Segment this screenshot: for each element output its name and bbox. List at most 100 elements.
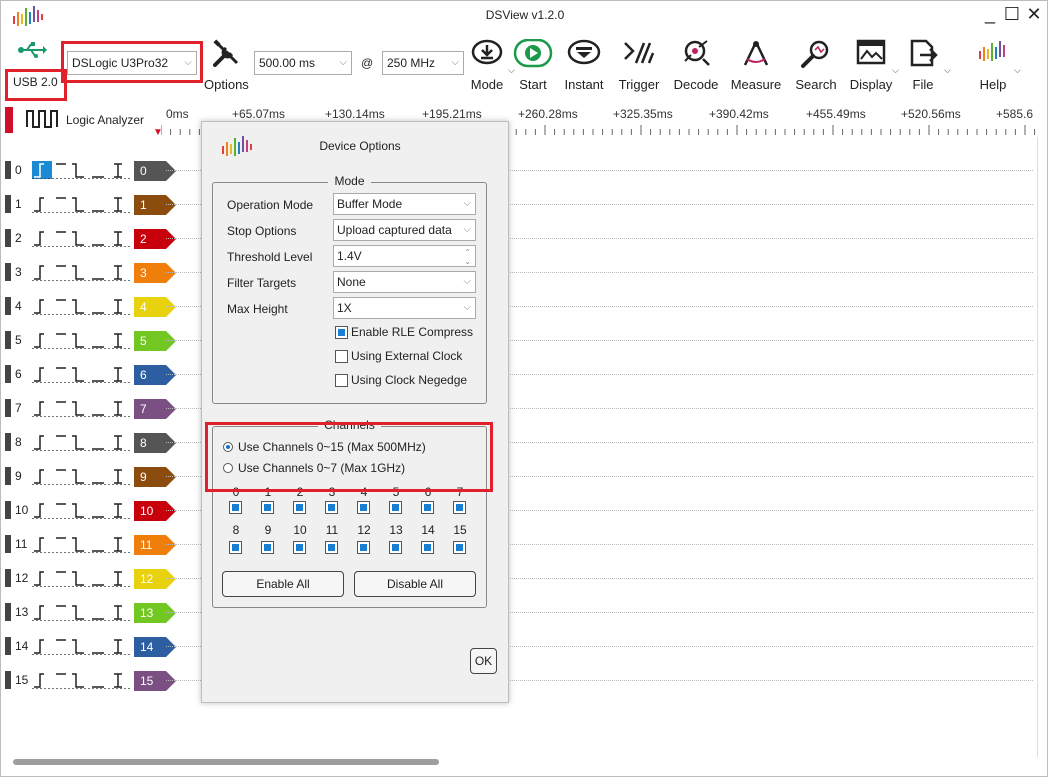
max-height-select[interactable]: 1X ⌵ [333,297,476,319]
channel-row[interactable]: 12 12 [1,561,1041,595]
trigger-options-icon[interactable] [32,671,132,689]
operation-mode-select[interactable]: Buffer Mode ⌵ [333,193,476,215]
channel-handle[interactable] [5,399,11,417]
enable-all-button[interactable]: Enable All [222,571,344,597]
spinner-arrows-icon[interactable]: ⌃ ⌄ [464,248,471,266]
filter-targets-select[interactable]: None ⌵ [333,271,476,293]
channel-enable-checkbox[interactable] [325,501,338,514]
start-button[interactable]: Start [505,39,561,99]
channel-row[interactable]: 55 [1,323,1041,357]
horizontal-scrollbar[interactable] [13,759,439,765]
channel-enable-checkbox[interactable] [389,501,402,514]
channel-handle[interactable] [5,331,11,349]
threshold-level-spinbox[interactable]: 1.4V ⌃ ⌄ [333,245,476,267]
stop-options-select[interactable]: Upload captured data ⌵ [333,219,476,241]
channel-row[interactable]: 11 [1,187,1041,221]
channel-row[interactable]: 13 13 [1,595,1041,629]
channel-handle[interactable] [5,671,11,689]
trigger-options-icon[interactable] [32,637,132,655]
ok-button[interactable]: OK [470,648,497,674]
channel-tag[interactable]: 4 [134,297,176,317]
channel-tag[interactable]: 9 [134,467,176,487]
minimize-button[interactable]: _ [979,3,1001,25]
channel-handle[interactable] [5,603,11,621]
channel-tag[interactable]: 11 [134,535,176,555]
channel-handle[interactable] [5,297,11,315]
channel-enable-checkbox[interactable] [261,541,274,554]
channel-row[interactable]: 66 [1,357,1041,391]
channel-handle[interactable] [5,365,11,383]
channel-tag[interactable]: 6 [134,365,176,385]
channel-row[interactable]: 00 [1,153,1041,187]
channel-tag[interactable]: 3 [134,263,176,283]
trigger-options-icon[interactable] [32,467,132,485]
channel-enable-checkbox[interactable] [293,501,306,514]
device-select[interactable]: DSLogic U3Pro32 ⌵ [67,51,197,75]
trigger-options-icon[interactable] [32,161,132,179]
channel-enable-checkbox[interactable] [357,501,370,514]
channel-handle[interactable] [5,433,11,451]
channel-handle[interactable] [5,229,11,247]
file-button[interactable]: ⌵ File [895,39,951,99]
channel-row[interactable]: 15 15 [1,663,1041,697]
channel-handle[interactable] [5,569,11,587]
display-button[interactable]: ⌵ Display [843,39,899,99]
channel-row[interactable]: 44 [1,289,1041,323]
channel-row[interactable]: 14 14 [1,629,1041,663]
channel-enable-checkbox[interactable] [389,541,402,554]
channel-tag[interactable]: 8 [134,433,176,453]
channel-tag[interactable]: 1 [134,195,176,215]
trigger-options-icon[interactable] [32,229,132,247]
radio-channels-8[interactable]: Use Channels 0~7 (Max 1GHz) [223,461,405,475]
decode-button[interactable]: Decode [668,39,724,99]
channel-row[interactable]: 33 [1,255,1041,289]
external-clock-checkbox[interactable]: Using External Clock [335,349,462,363]
trigger-options-icon[interactable] [32,535,132,553]
wrench-screwdriver-icon[interactable] [211,39,241,69]
channel-tag[interactable]: 2 [134,229,176,249]
help-button[interactable]: ⌵ Help [965,39,1021,99]
trigger-button[interactable]: Trigger [611,39,667,99]
channel-enable-checkbox[interactable] [453,541,466,554]
channel-enable-checkbox[interactable] [357,541,370,554]
channel-tag[interactable]: 15 [134,671,176,691]
measure-button[interactable]: Measure [728,39,784,99]
trigger-options-icon[interactable] [32,569,132,587]
trigger-options-icon[interactable] [32,365,132,383]
channel-row[interactable]: 99 [1,459,1041,493]
options-button[interactable]: Options [204,77,249,92]
maximize-button[interactable]: ☐ [1001,3,1023,25]
trigger-options-icon[interactable] [32,331,132,349]
channel-row[interactable]: 77 [1,391,1041,425]
radio-channels-16[interactable]: Use Channels 0~15 (Max 500MHz) [223,440,426,454]
channel-handle[interactable] [5,263,11,281]
channel-enable-checkbox[interactable] [261,501,274,514]
channel-tag[interactable]: 12 [134,569,176,589]
close-button[interactable]: ✕ [1023,3,1045,25]
channel-enable-checkbox[interactable] [229,501,242,514]
channel-handle[interactable] [5,637,11,655]
channel-handle[interactable] [5,195,11,213]
channel-handle[interactable] [5,535,11,553]
channel-enable-checkbox[interactable] [229,541,242,554]
trigger-options-icon[interactable] [32,263,132,281]
channel-row[interactable]: 11 11 [1,527,1041,561]
channel-row[interactable]: 10 10 [1,493,1041,527]
channel-tag[interactable]: 14 [134,637,176,657]
instant-button[interactable]: Instant [556,39,612,99]
sample-rate-select[interactable]: 250 MHz ⌵ [382,51,464,75]
duration-select[interactable]: 500.00 ms ⌵ [254,51,352,75]
channel-tag[interactable]: 13 [134,603,176,623]
channel-enable-checkbox[interactable] [325,541,338,554]
channel-enable-checkbox[interactable] [453,501,466,514]
trigger-options-icon[interactable] [32,195,132,213]
channel-enable-checkbox[interactable] [421,541,434,554]
trigger-options-icon[interactable] [32,297,132,315]
time-ruler[interactable]: Logic Analyzer ▼ 0ms +65.07ms +130.14ms +19… [1,103,1048,138]
channel-tag[interactable]: 5 [134,331,176,351]
channel-row[interactable]: 88 [1,425,1041,459]
trigger-options-icon[interactable] [32,603,132,621]
trigger-options-icon[interactable] [32,399,132,417]
channel-tag[interactable]: 7 [134,399,176,419]
channel-handle[interactable] [5,467,11,485]
